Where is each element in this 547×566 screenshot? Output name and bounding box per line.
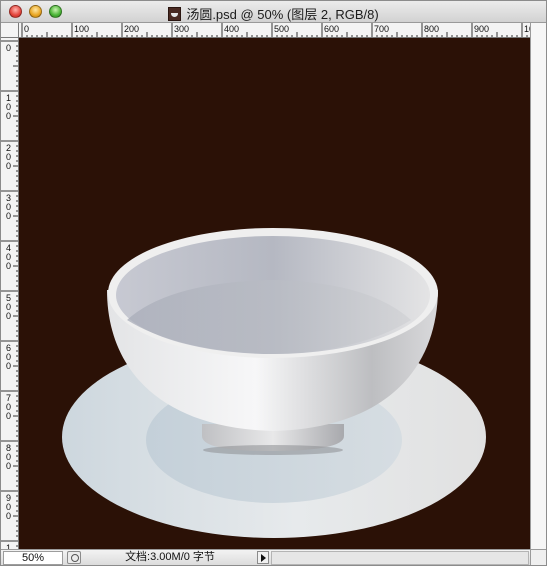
bowl-artwork: [62, 228, 486, 538]
photoshop-document-window: 汤圆.psd @ 50% (图层 2, RGB/8) 0 100 200 300 400…: [0, 0, 547, 566]
ruler-label: 0: [6, 311, 11, 321]
psd-document-icon: [168, 7, 182, 21]
zoom-level-field[interactable]: 50%: [3, 551, 63, 565]
ruler-label: 600: [324, 24, 339, 34]
horizontal-ruler-ticks: 010020030040050060070080090010: [21, 23, 530, 37]
status-bar: 50% 文档:3.00M/0 字节: [1, 549, 546, 565]
window-title: 汤圆.psd @ 50% (图层 2, RGB/8): [186, 7, 379, 22]
document-canvas[interactable]: [19, 38, 530, 549]
document-size-info: 文档:3.00M/0 字节: [125, 551, 215, 563]
vertical-ruler-ticks: 01002003004005006007008009001: [1, 40, 18, 549]
window-title-group: 汤圆.psd @ 50% (图层 2, RGB/8): [1, 4, 546, 23]
ruler-label: 700: [374, 24, 389, 34]
horizontal-ruler[interactable]: 010020030040050060070080090010: [19, 23, 530, 38]
ruler-label: 0: [6, 161, 11, 171]
resize-corner[interactable]: [530, 550, 546, 565]
ruler-label: 0: [6, 461, 11, 471]
ruler-label: 0: [6, 411, 11, 421]
horizontal-scrollbar[interactable]: [271, 551, 529, 565]
vertical-ruler[interactable]: 01002003004005006007008009001: [1, 38, 19, 549]
vertical-scrollbar[interactable]: [530, 23, 546, 549]
title-bar[interactable]: 汤圆.psd @ 50% (图层 2, RGB/8): [1, 1, 546, 23]
ruler-label: 0: [6, 511, 11, 521]
ruler-label: 0: [6, 361, 11, 371]
ruler-label: 0: [6, 43, 11, 53]
status-menu-arrow-icon[interactable]: [257, 551, 269, 564]
status-info-button[interactable]: [67, 551, 81, 564]
ruler-label: 800: [424, 24, 439, 34]
ruler-label: 900: [474, 24, 489, 34]
ruler-label: 300: [174, 24, 189, 34]
bowl-foot-shadow: [203, 445, 343, 455]
ruler-label: 0: [6, 261, 11, 271]
ruler-origin[interactable]: [1, 23, 19, 38]
ruler-label: 0: [6, 111, 11, 121]
ruler-label: 0: [6, 211, 11, 221]
ruler-label: 100: [74, 24, 89, 34]
ruler-label: 500: [274, 24, 289, 34]
ruler-label: 200: [124, 24, 139, 34]
ruler-label: 0: [24, 24, 29, 34]
ruler-label: 400: [224, 24, 239, 34]
